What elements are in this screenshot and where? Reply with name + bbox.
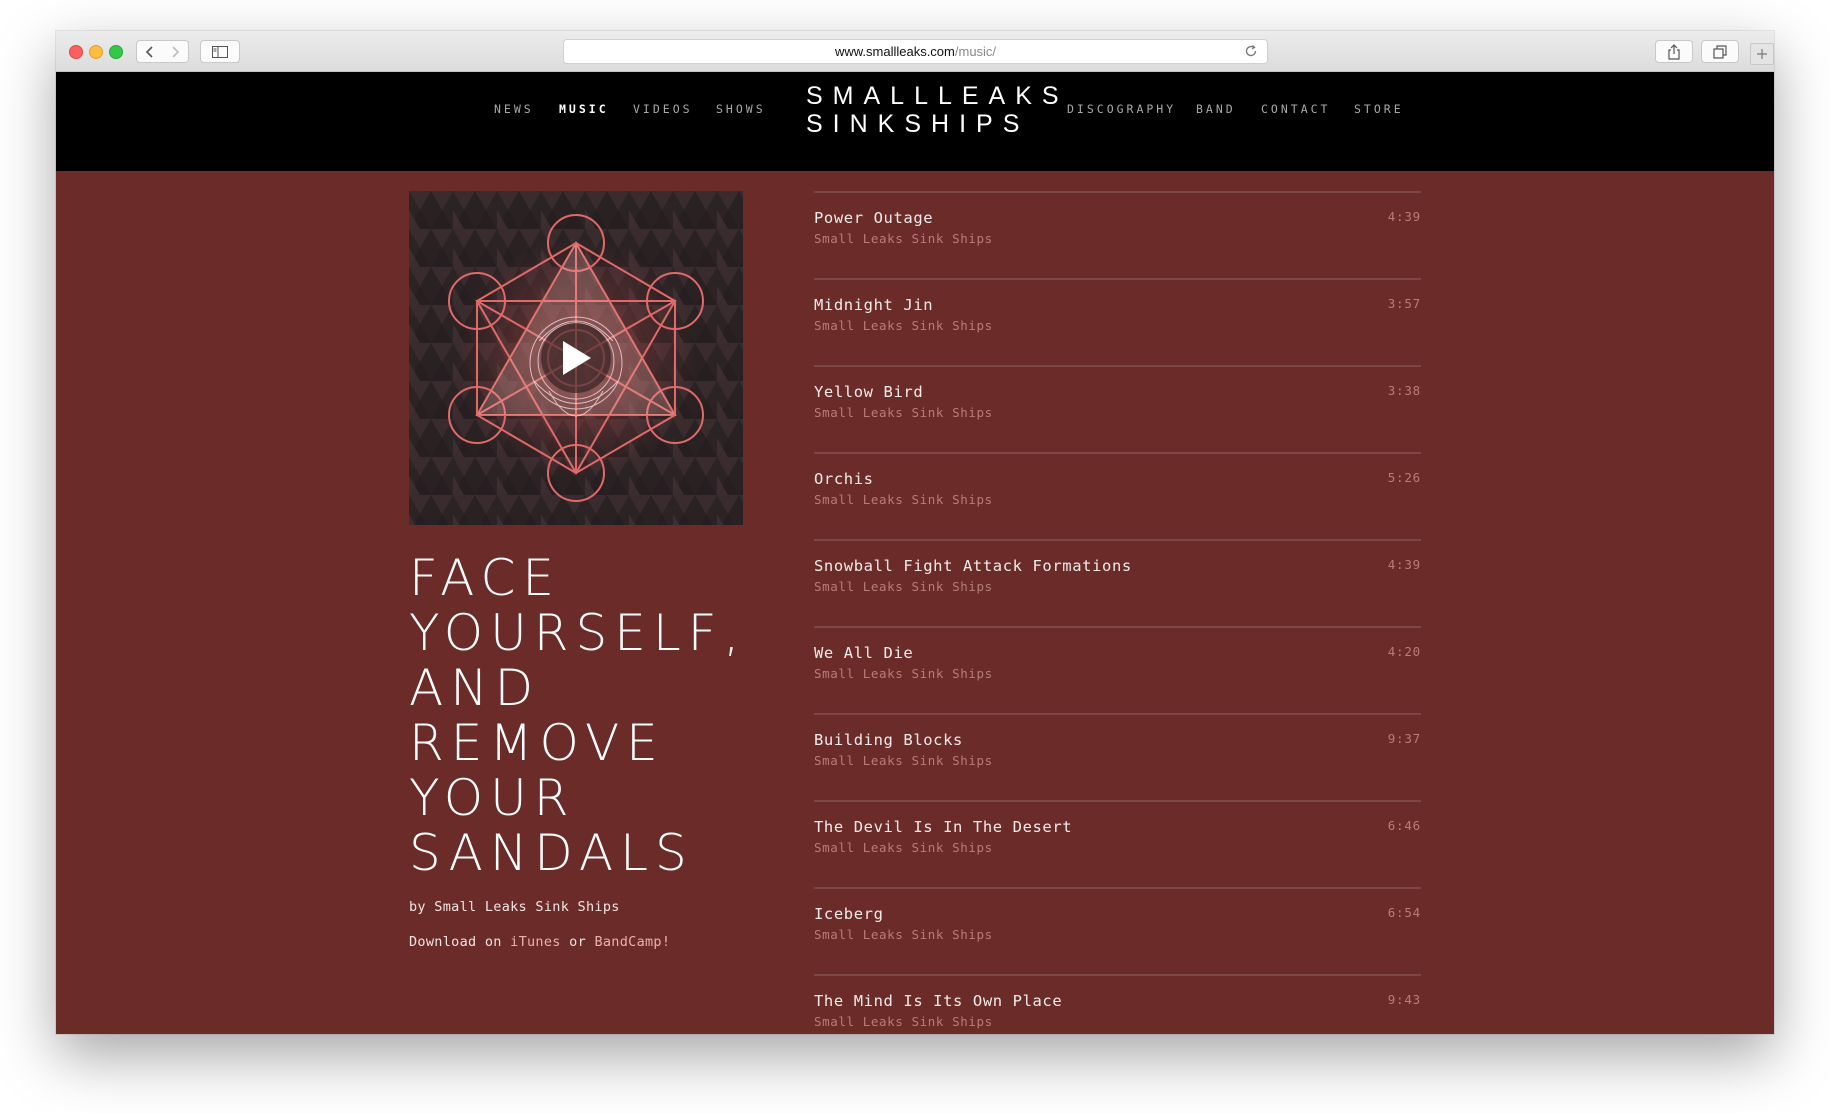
minimize-window-button[interactable] xyxy=(89,45,103,59)
track-name: Iceberg xyxy=(814,905,884,923)
chevron-left-icon xyxy=(145,45,153,58)
track-name: We All Die xyxy=(814,644,914,662)
track-artist: Small Leaks Sink Ships xyxy=(814,753,993,768)
track-name: Orchis xyxy=(814,470,874,488)
nav-shows[interactable]: SHOWS xyxy=(716,102,766,116)
zoom-window-button[interactable] xyxy=(109,45,123,59)
track-name: Midnight Jin xyxy=(814,296,934,314)
new-tab-button[interactable] xyxy=(1750,43,1774,65)
bandcamp-link[interactable]: BandCamp! xyxy=(594,934,670,950)
track-duration: 5:26 xyxy=(1387,470,1421,485)
track-duration: 4:20 xyxy=(1387,644,1421,659)
nav-contact[interactable]: CONTACT xyxy=(1261,102,1330,116)
track-row[interactable]: The Mind Is Its Own Place Small Leaks Si… xyxy=(814,974,1421,1034)
sidebar-icon xyxy=(212,45,228,58)
reload-icon[interactable] xyxy=(1243,43,1259,59)
plus-icon xyxy=(1757,49,1767,59)
track-artist: Small Leaks Sink Ships xyxy=(814,927,993,942)
logo-line-1: SMALLLEAKS xyxy=(806,82,1069,110)
url-host: www.smallleaks.com xyxy=(834,44,955,59)
close-window-button[interactable] xyxy=(69,45,83,59)
share-button[interactable] xyxy=(1655,40,1693,63)
track-list: Power Outage Small Leaks Sink Ships 4:39… xyxy=(814,191,1421,1034)
album-title: FACE YOURSELF, AND REMOVE YOUR SANDALS xyxy=(409,549,747,882)
forward-button[interactable] xyxy=(162,40,189,63)
download-prefix: Download on xyxy=(409,934,511,950)
track-row[interactable]: Snowball Fight Attack Formations Small L… xyxy=(814,539,1421,626)
track-row[interactable]: Iceberg Small Leaks Sink Ships 6:54 xyxy=(814,887,1421,974)
track-name: Snowball Fight Attack Formations xyxy=(814,557,1132,575)
track-artist: Small Leaks Sink Ships xyxy=(814,231,993,246)
play-icon xyxy=(563,341,591,375)
track-row[interactable]: We All Die Small Leaks Sink Ships 4:20 xyxy=(814,626,1421,713)
download-or: or xyxy=(560,934,595,950)
track-duration: 9:37 xyxy=(1387,731,1421,746)
track-duration: 4:39 xyxy=(1387,209,1421,224)
track-duration: 3:57 xyxy=(1387,296,1421,311)
logo-line-2: SINKSHIPS xyxy=(806,110,1030,138)
track-artist: Small Leaks Sink Ships xyxy=(814,1014,993,1029)
track-name: Building Blocks xyxy=(814,731,963,749)
track-duration: 9:43 xyxy=(1387,992,1421,1007)
track-artist: Small Leaks Sink Ships xyxy=(814,666,993,681)
nav-store[interactable]: STORE xyxy=(1354,102,1404,116)
nav-band[interactable]: BAND xyxy=(1196,102,1236,116)
track-row[interactable]: The Devil Is In The Desert Small Leaks S… xyxy=(814,800,1421,887)
track-name: Yellow Bird xyxy=(814,383,924,401)
track-artist: Small Leaks Sink Ships xyxy=(814,318,993,333)
track-name: Power Outage xyxy=(814,209,934,227)
share-icon xyxy=(1668,43,1680,60)
track-artist: Small Leaks Sink Ships xyxy=(814,579,993,594)
nav-videos[interactable]: VIDEOS xyxy=(633,102,693,116)
itunes-link[interactable]: iTunes xyxy=(510,934,561,950)
track-row[interactable]: Building Blocks Small Leaks Sink Ships 9… xyxy=(814,713,1421,800)
track-duration: 3:38 xyxy=(1387,383,1421,398)
chevron-right-icon xyxy=(172,45,180,58)
track-row[interactable]: Power Outage Small Leaks Sink Ships 4:39 xyxy=(814,191,1421,278)
track-duration: 4:39 xyxy=(1387,557,1421,572)
tabs-icon xyxy=(1713,44,1727,59)
track-duration: 6:54 xyxy=(1387,905,1421,920)
back-button[interactable] xyxy=(136,40,164,63)
track-row[interactable]: Orchis Small Leaks Sink Ships 5:26 xyxy=(814,452,1421,539)
nav-discography[interactable]: DISCOGRAPHY xyxy=(1067,102,1176,116)
nav-news[interactable]: NEWS xyxy=(494,102,534,116)
album-byline: by Small Leaks Sink Ships xyxy=(409,899,620,915)
track-row[interactable]: Yellow Bird Small Leaks Sink Ships 3:38 xyxy=(814,365,1421,452)
address-bar[interactable]: www.smallleaks.com/music/ xyxy=(563,39,1268,64)
track-name: The Mind Is Its Own Place xyxy=(814,992,1063,1010)
site-header: NEWS MUSIC VIDEOS SHOWS SMALLLEAKS SINKS… xyxy=(56,72,1774,171)
track-artist: Small Leaks Sink Ships xyxy=(814,840,993,855)
browser-window: www.smallleaks.com/music/ NEWS MUSIC VID… xyxy=(56,31,1774,1034)
url-path: /music/ xyxy=(954,44,997,59)
download-links: Download on iTunes or BandCamp! xyxy=(409,934,670,950)
browser-toolbar: www.smallleaks.com/music/ xyxy=(56,31,1774,72)
track-artist: Small Leaks Sink Ships xyxy=(814,492,993,507)
site-logo[interactable]: SMALLLEAKS SINKSHIPS xyxy=(806,82,1069,138)
track-duration: 6:46 xyxy=(1387,818,1421,833)
sidebar-toggle-button[interactable] xyxy=(200,40,240,63)
nav-music[interactable]: MUSIC xyxy=(559,102,609,116)
play-button[interactable] xyxy=(541,323,611,393)
track-row[interactable]: Midnight Jin Small Leaks Sink Ships 3:57 xyxy=(814,278,1421,365)
track-artist: Small Leaks Sink Ships xyxy=(814,405,993,420)
track-name: The Devil Is In The Desert xyxy=(814,818,1073,836)
album-cover[interactable] xyxy=(409,191,743,525)
show-tabs-button[interactable] xyxy=(1701,40,1739,63)
